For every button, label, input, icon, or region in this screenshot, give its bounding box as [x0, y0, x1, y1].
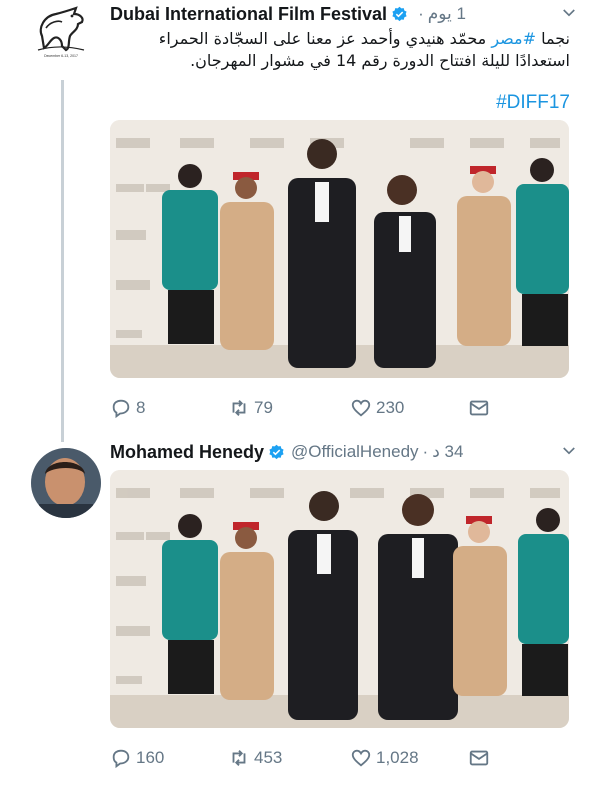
- retweet-icon: [232, 400, 246, 416]
- like-button[interactable]: 230: [350, 397, 404, 419]
- reply-button[interactable]: 160: [110, 747, 164, 769]
- reply-icon: [112, 399, 130, 419]
- retweet-icon: [232, 750, 246, 766]
- tweet-text-line-2: استعدادًا لليلة افتتاح الدورة رقم 14 في …: [190, 51, 570, 70]
- retweet-button[interactable]: 453: [228, 747, 282, 769]
- direct-message-icon: [469, 400, 489, 416]
- tweet-actions: 8 79 230: [110, 397, 570, 421]
- tweet-mohamed-henedy[interactable]: Mohamed Henedy @OfficialHenedy · 34 د 16…: [0, 436, 598, 800]
- reply-button[interactable]: 8: [110, 397, 145, 419]
- retweet-count: 453: [254, 748, 283, 767]
- like-icon: [351, 399, 371, 417]
- author-name[interactable]: Dubai International Film Festival: [110, 4, 387, 25]
- separator-dot: ·: [418, 4, 424, 23]
- verified-badge-icon: [269, 444, 284, 459]
- tweet-time[interactable]: 34 د: [432, 442, 463, 462]
- tweet-photo[interactable]: [110, 470, 569, 728]
- red-carpet-photo: [110, 120, 569, 378]
- verified-badge-icon: [392, 6, 407, 21]
- red-carpet-photo: [110, 470, 569, 728]
- like-icon: [351, 749, 371, 767]
- chevron-down-icon[interactable]: [560, 4, 578, 22]
- tweet-text-line-1: نجما #مصر محمّد هنيدي وأحمد عز معنا على …: [110, 28, 570, 50]
- hashtag-diff17[interactable]: #DIFF17: [496, 92, 570, 114]
- tweet-header: Mohamed Henedy @OfficialHenedy · 34 د: [110, 440, 578, 464]
- tweet-actions: 160 453 1,028: [110, 747, 570, 771]
- author-name[interactable]: Mohamed Henedy: [110, 442, 264, 463]
- retweet-button[interactable]: 79: [228, 397, 273, 419]
- tweet-dubai-film-festival[interactable]: December 6-13, 2017 Dubai International …: [0, 0, 598, 436]
- reply-count: 160: [136, 748, 165, 767]
- tweet-text-rest: محمّد هنيدي وأحمد عز معنا على السجّادة ا…: [158, 29, 487, 48]
- like-button[interactable]: 1,028: [350, 747, 419, 769]
- tweet-time[interactable]: 1 يوم: [428, 4, 466, 24]
- logo-caption: December 6-13, 2017: [44, 54, 78, 58]
- author-handle[interactable]: @OfficialHenedy: [291, 442, 419, 462]
- direct-message-button[interactable]: [468, 397, 494, 419]
- like-count: 230: [376, 398, 405, 417]
- tweet-photo[interactable]: [110, 120, 569, 378]
- tweet-header: Dubai International Film Festival · 1 يو…: [110, 2, 578, 26]
- like-count: 1,028: [376, 748, 419, 767]
- direct-message-icon: [469, 750, 489, 766]
- direct-message-button[interactable]: [468, 747, 494, 769]
- diff-logo-avatar[interactable]: December 6-13, 2017: [32, 6, 90, 62]
- separator-dot: ·: [422, 442, 429, 461]
- tweet-text: نجما #مصر محمّد هنيدي وأحمد عز معنا على …: [110, 28, 570, 72]
- chevron-down-icon[interactable]: [560, 442, 578, 460]
- hashtag-egypt[interactable]: #مصر: [491, 29, 536, 48]
- reply-count: 8: [136, 398, 146, 417]
- tweet-text-word: نجما: [541, 29, 570, 48]
- horse-logo-icon: [37, 6, 85, 52]
- retweet-count: 79: [254, 398, 273, 417]
- reply-icon: [112, 749, 130, 769]
